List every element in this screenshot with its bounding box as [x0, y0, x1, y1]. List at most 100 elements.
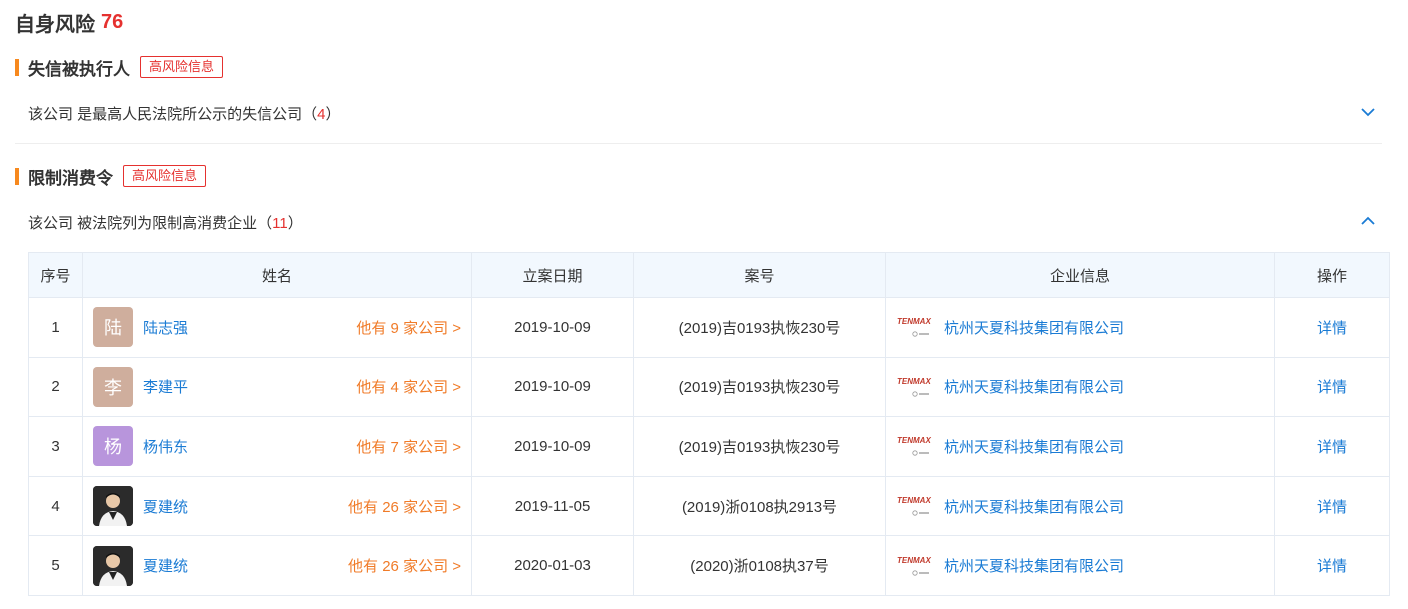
company-logo-icon: TENMAX: [897, 496, 931, 516]
summary-count: 11: [272, 215, 288, 232]
header-date: 立案日期: [471, 252, 634, 298]
risk-badge: 高风险信息: [140, 56, 224, 78]
name-cell: 夏建统 他有 26 家公司 >: [83, 486, 471, 527]
svg-text:TENMAX: TENMAX: [897, 556, 931, 565]
filing-date: 2019-10-09: [471, 297, 634, 358]
chevron-down-icon[interactable]: [1360, 104, 1376, 120]
related-companies-link[interactable]: 他有 26 家公司 >: [348, 555, 461, 576]
header-case-no: 案号: [633, 252, 886, 298]
case-number: (2019)吉0193执恢230号: [633, 416, 886, 477]
person-name-link[interactable]: 陆志强: [143, 317, 188, 338]
detail-link[interactable]: 详情: [1317, 499, 1347, 516]
section-accent-bar: [15, 58, 19, 76]
name-cell-wrapper: 陆 陆志强 他有 9 家公司 >: [82, 297, 472, 358]
company-cell: TENMAX 杭州天夏科技集团有限公司: [886, 313, 1274, 341]
person-name-link[interactable]: 夏建统: [143, 555, 188, 576]
row-index: 4: [28, 475, 83, 537]
company-name-link[interactable]: 杭州天夏科技集团有限公司: [944, 496, 1124, 517]
svg-text:TENMAX: TENMAX: [897, 436, 931, 445]
related-companies-link[interactable]: 他有 9 家公司 >: [356, 317, 461, 338]
company-cell-wrapper: TENMAX 杭州天夏科技集团有限公司: [885, 356, 1275, 418]
avatar[interactable]: 李: [93, 366, 133, 407]
table-header-row: 序号 姓名 立案日期 案号 企业信息 操作: [28, 252, 1390, 298]
header-index: 序号: [28, 252, 83, 298]
action-cell: 详情: [1274, 297, 1390, 358]
filing-date: 2019-10-09: [471, 416, 634, 477]
table-row: 4 夏建统 他有 26 家公司 > 2019-11-05 (2019)浙0108…: [28, 475, 1390, 537]
case-number: (2020)浙0108执37号: [633, 535, 886, 596]
company-name-link[interactable]: 杭州天夏科技集团有限公司: [944, 555, 1124, 576]
name-cell-wrapper: 李 李建平 他有 4 家公司 >: [82, 356, 472, 418]
company-cell: TENMAX 杭州天夏科技集团有限公司: [886, 432, 1274, 460]
chevron-up-icon[interactable]: [1360, 213, 1376, 229]
section-title: 限制消费令: [28, 168, 113, 188]
svg-text:TENMAX: TENMAX: [897, 317, 931, 326]
company-cell-wrapper: TENMAX 杭州天夏科技集团有限公司: [885, 416, 1275, 477]
table-row: 1 陆 陆志强 他有 9 家公司 > 2019-10-09 (2019)吉019…: [28, 297, 1390, 358]
case-number: (2019)吉0193执恢230号: [633, 356, 886, 418]
avatar[interactable]: 杨: [93, 426, 133, 467]
section-consumption-restriction: 限制消费令 高风险信息: [15, 164, 207, 188]
restriction-table: 序号 姓名 立案日期 案号 企业信息 操作 1 陆 陆志强 他有 9 家公司 >…: [28, 252, 1390, 596]
person-name-link[interactable]: 杨伟东: [143, 436, 188, 457]
header-action: 操作: [1274, 252, 1390, 298]
action-cell: 详情: [1274, 416, 1390, 477]
filing-date: 2020-01-03: [471, 535, 634, 596]
row-index: 5: [28, 535, 83, 596]
summary-text: 该公司 被法院列为限制高消费企业（: [28, 215, 273, 232]
table-row: 3 杨 杨伟东 他有 7 家公司 > 2019-10-09 (2019)吉019…: [28, 416, 1390, 477]
page-title: 自身风险 76: [15, 8, 123, 37]
section-title: 失信被执行人: [28, 59, 130, 79]
row-index: 3: [28, 416, 83, 477]
company-name-link[interactable]: 杭州天夏科技集团有限公司: [944, 376, 1124, 397]
company-logo-icon: TENMAX: [897, 377, 931, 397]
avatar[interactable]: 陆: [93, 307, 133, 348]
company-name-link[interactable]: 杭州天夏科技集团有限公司: [944, 436, 1124, 457]
company-logo-icon: TENMAX: [897, 436, 931, 457]
person-name-link[interactable]: 李建平: [143, 376, 188, 397]
detail-link[interactable]: 详情: [1317, 558, 1347, 575]
name-cell: 杨 杨伟东 他有 7 家公司 >: [83, 426, 471, 467]
related-companies-link[interactable]: 他有 26 家公司 >: [348, 496, 461, 517]
section-summary[interactable]: 该公司 被法院列为限制高消费企业（11）: [28, 212, 303, 233]
action-cell: 详情: [1274, 356, 1390, 418]
table-body: 1 陆 陆志强 他有 9 家公司 > 2019-10-09 (2019)吉019…: [28, 297, 1390, 596]
company-name-link[interactable]: 杭州天夏科技集团有限公司: [944, 317, 1124, 338]
filing-date: 2019-10-09: [471, 356, 634, 418]
summary-suffix: ）: [325, 106, 341, 123]
section-accent-bar: [15, 167, 19, 185]
case-number: (2019)浙0108执2913号: [633, 475, 886, 537]
summary-suffix: ）: [287, 215, 303, 232]
company-cell-wrapper: TENMAX 杭州天夏科技集团有限公司: [885, 535, 1275, 596]
person-photo-icon: [93, 486, 133, 527]
page-title-text: 自身风险: [15, 14, 95, 36]
company-logo-icon: TENMAX: [897, 317, 931, 337]
name-cell-wrapper: 杨 杨伟东 他有 7 家公司 >: [82, 416, 472, 477]
avatar-photo[interactable]: [93, 486, 133, 527]
header-company: 企业信息: [885, 252, 1275, 298]
summary-count: 4: [317, 106, 326, 123]
name-cell: 陆 陆志强 他有 9 家公司 >: [83, 307, 471, 348]
person-name-link[interactable]: 夏建统: [143, 496, 188, 517]
person-photo-icon: [93, 545, 133, 586]
related-companies-link[interactable]: 他有 4 家公司 >: [356, 376, 461, 397]
detail-link[interactable]: 详情: [1317, 379, 1347, 396]
company-cell: TENMAX 杭州天夏科技集团有限公司: [886, 373, 1274, 401]
company-cell-wrapper: TENMAX 杭州天夏科技集团有限公司: [885, 297, 1275, 358]
related-companies-link[interactable]: 他有 7 家公司 >: [356, 436, 461, 457]
filing-date: 2019-11-05: [471, 475, 634, 537]
risk-score: 76: [101, 11, 124, 33]
name-cell-wrapper: 夏建统 他有 26 家公司 >: [82, 475, 472, 537]
name-cell: 夏建统 他有 26 家公司 >: [83, 545, 471, 586]
detail-link[interactable]: 详情: [1317, 439, 1347, 456]
header-name: 姓名: [82, 252, 472, 298]
section-divider: [15, 143, 1382, 144]
company-cell: TENMAX 杭州天夏科技集团有限公司: [886, 492, 1274, 520]
row-index: 2: [28, 356, 83, 418]
detail-link[interactable]: 详情: [1317, 320, 1347, 337]
name-cell-wrapper: 夏建统 他有 26 家公司 >: [82, 535, 472, 596]
section-summary[interactable]: 该公司 是最高人民法院所公示的失信公司（4）: [28, 103, 341, 124]
case-number: (2019)吉0193执恢230号: [633, 297, 886, 358]
avatar-photo[interactable]: [93, 545, 133, 586]
risk-badge: 高风险信息: [123, 165, 207, 187]
